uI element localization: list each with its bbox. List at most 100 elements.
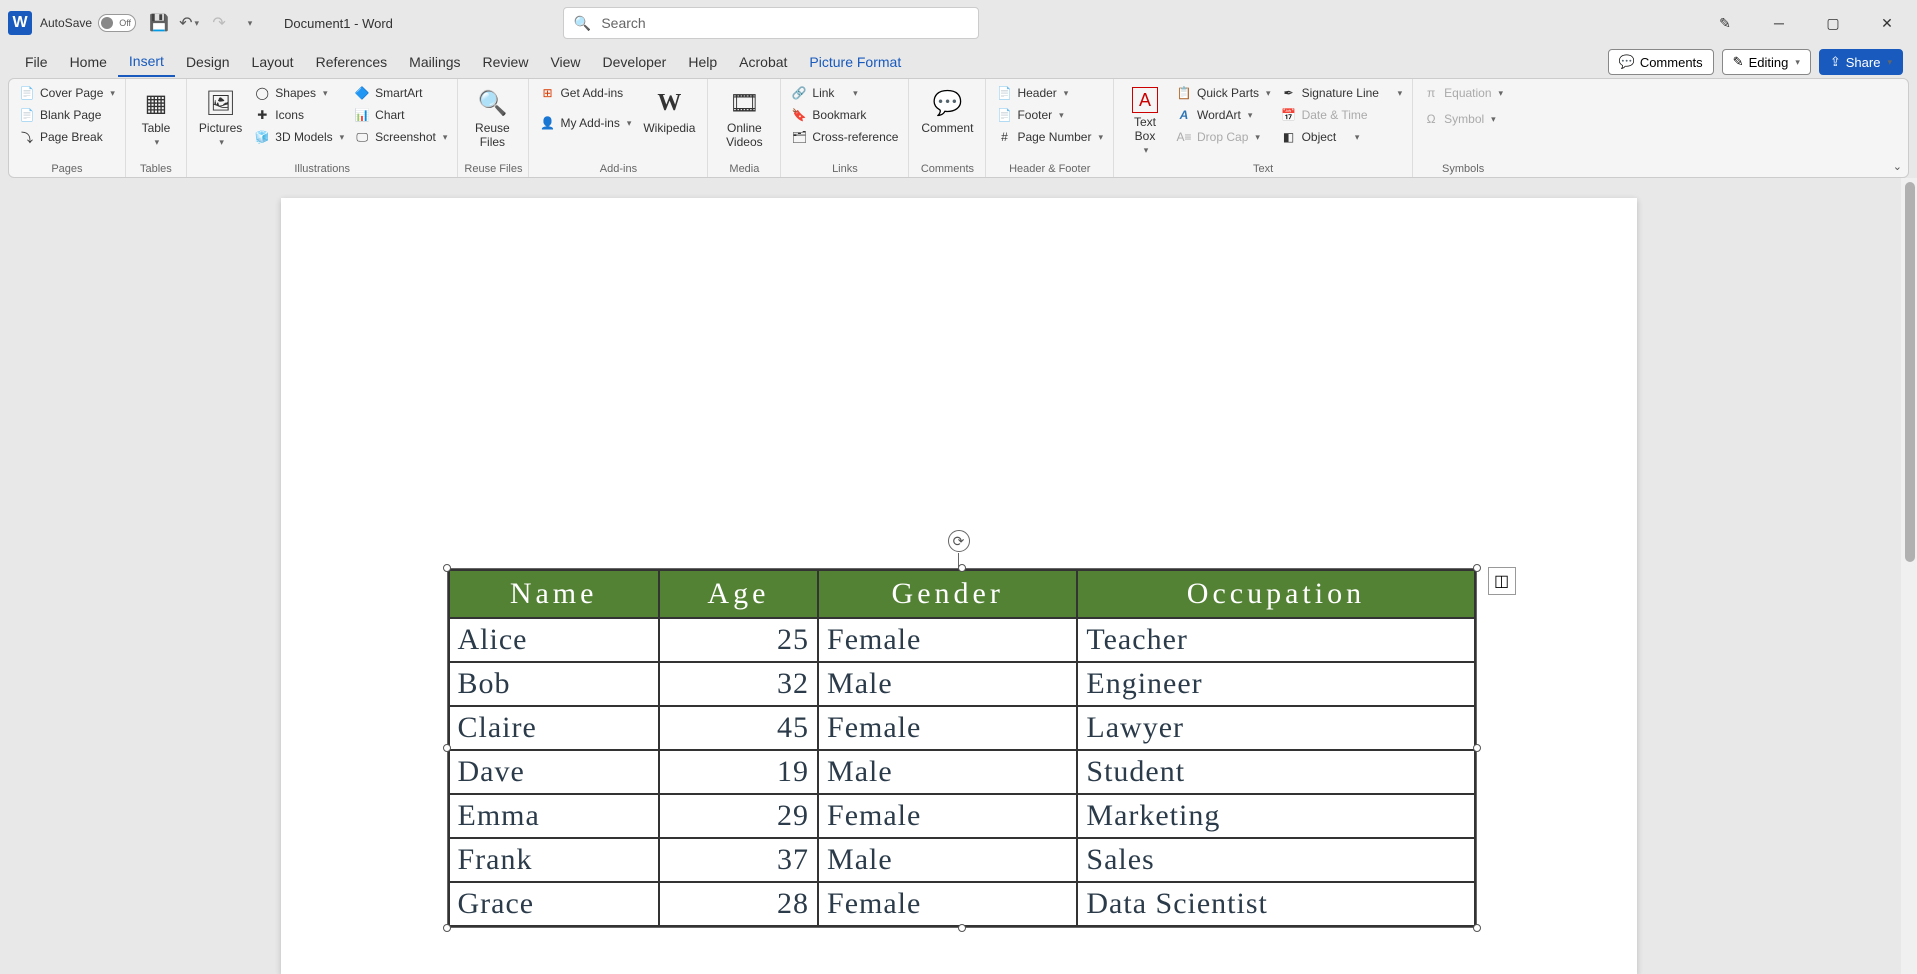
tab-mailings[interactable]: Mailings [398, 48, 471, 76]
minimize-icon[interactable]: ─ [1757, 8, 1801, 38]
tab-acrobat[interactable]: Acrobat [728, 48, 798, 76]
table-row: Grace28FemaleData Scientist [449, 882, 1475, 926]
link-label: Link [812, 86, 834, 100]
resize-handle-n[interactable] [958, 564, 966, 572]
header-button[interactable]: 📄Header▾ [992, 83, 1107, 103]
comment-button[interactable]: 💬Comment [915, 83, 979, 139]
blank-page-label: Blank Page [40, 108, 101, 122]
smartart-label: SmartArt [375, 86, 422, 100]
tab-picture-format[interactable]: Picture Format [798, 48, 912, 76]
search-input[interactable]: 🔍 Search [563, 7, 979, 39]
object-button[interactable]: ◧Object ▾ [1277, 127, 1407, 147]
tab-help[interactable]: Help [677, 48, 728, 76]
tab-home[interactable]: Home [59, 48, 118, 76]
wikipedia-button[interactable]: WWikipedia [637, 83, 701, 139]
pictures-button[interactable]: 🖼Pictures▾ [193, 83, 248, 152]
coming-soon-icon[interactable]: ✎ [1703, 8, 1747, 38]
tab-review[interactable]: Review [472, 48, 540, 76]
table-header: Gender [818, 570, 1077, 618]
link-button[interactable]: 🔗Link ▾ [787, 83, 902, 103]
share-label: Share [1846, 55, 1881, 70]
blank-page-icon: 📄 [19, 107, 35, 123]
3d-models-icon: 🧊 [254, 129, 270, 145]
online-videos-button[interactable]: 🎞Online Videos [714, 83, 774, 153]
selected-picture[interactable]: ◫ Name Age Gender Occupation Alice25Fema… [447, 568, 1477, 928]
drop-cap-button: A≡Drop Cap▾ [1172, 127, 1275, 147]
table-cell: Engineer [1077, 662, 1474, 706]
tab-layout[interactable]: Layout [241, 48, 305, 76]
autosave-switch[interactable]: Off [98, 14, 136, 32]
share-button[interactable]: ⇪ Share ▾ [1819, 49, 1903, 75]
table-cell: Male [818, 750, 1077, 794]
layout-options-icon[interactable]: ◫ [1488, 567, 1516, 595]
maximize-icon[interactable]: ▢ [1811, 8, 1855, 38]
table-cell: 45 [659, 706, 818, 750]
footer-button[interactable]: 📄Footer▾ [992, 105, 1107, 125]
blank-page-button[interactable]: 📄 Blank Page [15, 105, 119, 125]
shapes-button[interactable]: ◯Shapes▾ [250, 83, 348, 103]
group-comments-label: Comments [915, 161, 979, 175]
signature-line-button[interactable]: ✒Signature Line ▾ [1277, 83, 1407, 103]
tab-developer[interactable]: Developer [592, 48, 678, 76]
table-cell: Alice [449, 618, 659, 662]
tab-design[interactable]: Design [175, 48, 241, 76]
autosave-toggle[interactable]: AutoSave Off [40, 14, 136, 32]
tab-references[interactable]: References [305, 48, 399, 76]
table-row: Dave19MaleStudent [449, 750, 1475, 794]
table-cell: 28 [659, 882, 818, 926]
scroll-thumb[interactable] [1905, 182, 1915, 562]
undo-icon[interactable]: ↶▾ [178, 12, 200, 34]
resize-handle-sw[interactable] [443, 924, 451, 932]
resize-handle-e[interactable] [1473, 744, 1481, 752]
text-box-button[interactable]: AText Box▾ [1120, 83, 1170, 160]
table-button[interactable]: ▦Table▾ [132, 83, 180, 152]
table-header-row: Name Age Gender Occupation [449, 570, 1475, 618]
collapse-ribbon-icon[interactable]: ⌄ [1893, 160, 1902, 173]
table-label: Table [142, 121, 171, 135]
bookmark-button[interactable]: 🔖Bookmark [787, 105, 902, 125]
ribbon: 📄Cover Page▾ 📄Blank Page ⤵Page Break Pag… [8, 78, 1909, 178]
qat-customize-icon[interactable]: ▾ [238, 12, 260, 34]
resize-handle-se[interactable] [1473, 924, 1481, 932]
screenshot-button[interactable]: 🖵Screenshot▾ [350, 127, 451, 147]
comments-button[interactable]: 💬 Comments [1608, 49, 1714, 75]
get-addins-button[interactable]: ⊞Get Add-ins [535, 83, 635, 103]
resize-handle-s[interactable] [958, 924, 966, 932]
3d-models-button[interactable]: 🧊3D Models▾ [250, 127, 348, 147]
cross-reference-button[interactable]: 🗂Cross-reference [787, 127, 902, 147]
redo-icon[interactable]: ↷ [208, 12, 230, 34]
resize-handle-nw[interactable] [443, 564, 451, 572]
screenshot-icon: 🖵 [354, 129, 370, 145]
tab-file[interactable]: File [14, 48, 59, 76]
group-symbols-label: Symbols [1419, 161, 1507, 175]
tab-view[interactable]: View [539, 48, 591, 76]
reuse-files-button[interactable]: 🔍Reuse Files [464, 83, 520, 153]
close-icon[interactable]: ✕ [1865, 8, 1909, 38]
screenshot-label: Screenshot [375, 130, 436, 144]
document-page[interactable]: ⟳ ◫ Name Age Gender Occupation Alice25Fe… [281, 198, 1637, 974]
bookmark-icon: 🔖 [791, 107, 807, 123]
table-cell: Male [818, 838, 1077, 882]
resize-handle-ne[interactable] [1473, 564, 1481, 572]
table-cell: Female [818, 706, 1077, 750]
chart-button[interactable]: 📊Chart [350, 105, 451, 125]
smartart-button[interactable]: 🔷SmartArt [350, 83, 451, 103]
my-addins-button[interactable]: 👤My Add-ins▾ [535, 113, 635, 133]
editing-label: Editing [1749, 55, 1789, 70]
table-cell: Lawyer [1077, 706, 1474, 750]
editing-button[interactable]: ✎ Editing ▾ [1722, 49, 1811, 75]
vertical-scrollbar[interactable] [1901, 178, 1917, 974]
my-addins-icon: 👤 [539, 115, 555, 131]
cover-page-button[interactable]: 📄Cover Page▾ [15, 83, 119, 103]
page-break-button[interactable]: ⤵Page Break [15, 127, 119, 147]
symbol-icon: Ω [1423, 111, 1439, 127]
page-number-button[interactable]: #Page Number▾ [992, 127, 1107, 147]
save-icon[interactable]: 💾 [148, 12, 170, 34]
tab-insert[interactable]: Insert [118, 47, 175, 77]
table-row: Alice25FemaleTeacher [449, 618, 1475, 662]
icons-button[interactable]: ✚Icons [250, 105, 348, 125]
resize-handle-w[interactable] [443, 744, 451, 752]
wordart-button[interactable]: AWordArt▾ [1172, 105, 1275, 125]
quick-parts-button[interactable]: 📋Quick Parts▾ [1172, 83, 1275, 103]
rotate-handle-icon[interactable]: ⟳ [948, 530, 970, 552]
